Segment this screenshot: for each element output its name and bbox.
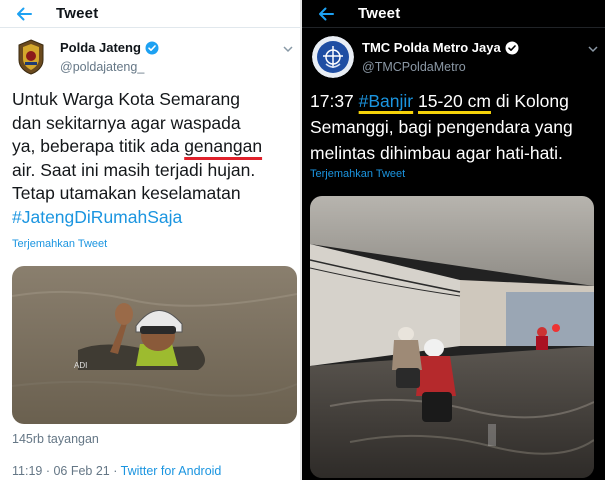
chevron-down-icon[interactable] [282,42,294,54]
tweet-text-line: 17:37 #Banjir 15-20 cm di Kolong [310,91,569,111]
topbar-title: Tweet [56,5,99,22]
tweet-author-header: TMC Polda Metro Jaya @TMCPoldaMetro [302,36,605,80]
tweet-text-line: air. Saat ini masih terjadi hujan. [12,159,256,180]
underlined-word: genangan [184,136,263,156]
view-count: 145rb tayangan [12,432,99,446]
tweet-text-line: ya, beberapa titik ada genangan [12,136,263,156]
client-link[interactable]: Twitter for Android [121,464,222,478]
translate-tweet-link[interactable]: Terjemahkan Tweet [310,168,405,180]
back-arrow-icon[interactable] [316,4,336,24]
avatar[interactable] [312,36,354,78]
tweet-photo[interactable]: ADI [12,266,297,424]
back-arrow-icon[interactable] [14,4,34,24]
author-handle[interactable]: @poldajateng_ [60,60,144,74]
tweet-text-line: dan sekitarnya agar waspada [12,112,241,133]
svg-text:ADI: ADI [74,361,87,370]
right-tweet-panel: Tweet TMC Polda Metro Jaya @TMCPoldaMetr… [302,0,605,480]
tweet-text: Untuk Warga Kota Semarang dan sekitarnya… [12,88,296,229]
translate-tweet-link[interactable]: Terjemahkan Tweet [12,238,107,250]
tweet-text-line: Semanggi, bagi pengendara yang [310,117,573,137]
hashtag-link[interactable]: #JatengDiRumahSaja [12,207,182,227]
tweet-photo[interactable] [310,196,594,478]
verified-badge-icon [505,41,519,55]
avatar[interactable] [10,36,52,78]
hashtag-link[interactable]: #Banjir [359,91,413,111]
tweet-text-line: Tetap utamakan keselamatan [12,183,241,203]
author-name[interactable]: TMC Polda Metro Jaya [362,40,501,55]
author-name[interactable]: Polda Jateng [60,40,141,55]
topbar-title: Tweet [358,5,401,22]
tweet-timestamp: 11:19 · 06 Feb 21 · [12,464,121,478]
tweet-text: 17:37 #Banjir 15-20 cm di Kolong Semangg… [310,88,602,166]
verified-badge-icon [145,41,159,55]
tweet-author-header: Polda Jateng @poldajateng_ [0,36,300,80]
tweet-text-line: Untuk Warga Kota Semarang [12,89,240,109]
left-topbar: Tweet [0,0,300,28]
left-tweet-panel: Tweet Polda Jateng @poldajateng_ Untuk W… [0,0,300,480]
chevron-down-icon[interactable] [587,42,599,54]
author-handle[interactable]: @TMCPoldaMetro [362,60,466,74]
underlined-depth: 15-20 cm [418,91,491,111]
right-topbar: Tweet [302,0,605,28]
tweet-meta: 11:19 · 06 Feb 21 · Twitter for Android [12,464,221,478]
tweet-text-line: melintas dihimbau agar hati-hati. [310,143,563,163]
